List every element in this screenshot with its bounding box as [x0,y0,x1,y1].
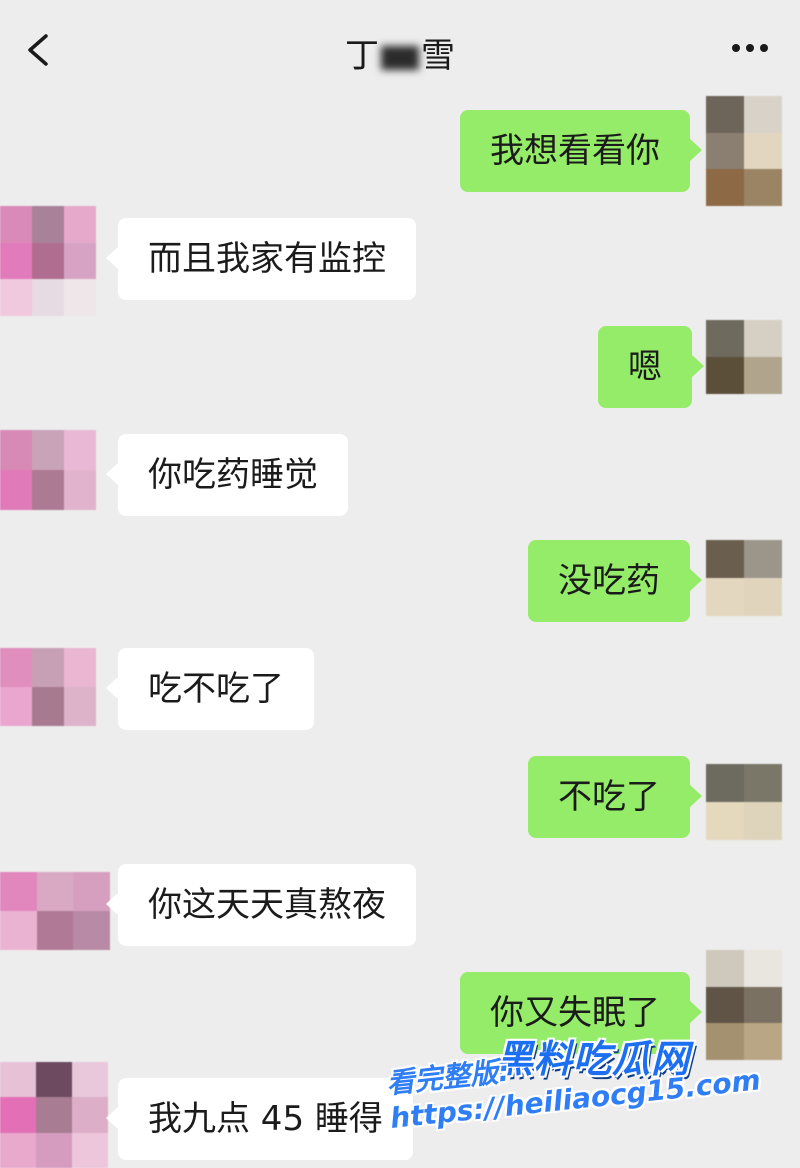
message-bubble-received[interactable]: 吃不吃了 [106,648,314,730]
message-bubble-sent[interactable]: 我想看看你 [460,110,702,192]
my-avatar[interactable] [706,96,782,206]
message-bubble-sent[interactable]: 没吃药 [528,540,702,622]
contact-avatar[interactable] [0,1062,108,1168]
message-bubble-received[interactable]: 你吃药睡觉 [106,434,348,516]
contact-avatar[interactable] [0,872,110,950]
contact-avatar[interactable] [0,206,96,316]
contact-avatar[interactable] [0,648,96,726]
my-avatar[interactable] [706,320,782,394]
contact-name-redacted [381,45,419,70]
message-bubble-sent[interactable]: 嗯 [598,326,704,408]
message-bubble-sent[interactable]: 不吃了 [528,756,702,838]
contact-avatar[interactable] [0,430,96,510]
contact-name: 丁雪 [0,28,800,77]
message-bubble-received[interactable]: 而且我家有监控 [106,218,416,300]
message-bubble-received[interactable]: 你这天天真熬夜 [106,864,416,946]
my-avatar[interactable] [706,764,782,840]
contact-name-first: 丁 [345,36,379,76]
chat-header: 丁雪 [0,0,800,100]
contact-name-last: 雪 [421,36,455,76]
my-avatar[interactable] [706,540,782,616]
message-bubble-received[interactable]: 我九点 45 睡得 [106,1078,413,1160]
more-dots-icon[interactable] [728,36,772,60]
